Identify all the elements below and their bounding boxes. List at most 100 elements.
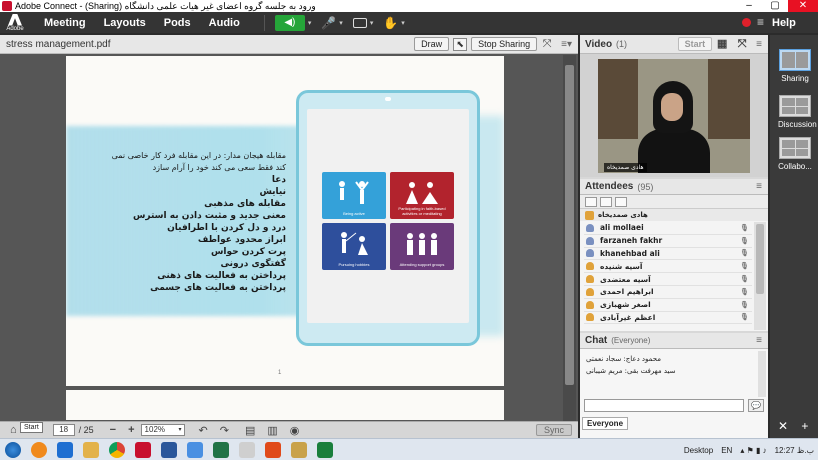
document-scrollbar[interactable] — [563, 55, 576, 421]
close-icon[interactable]: ✕ — [778, 419, 788, 433]
tile-being-active: Being active — [322, 172, 386, 219]
excel-icon[interactable] — [213, 441, 229, 458]
home-icon[interactable]: ⌂ — [10, 424, 17, 436]
slide-text-line: نیایش — [259, 187, 286, 197]
bookshelf-right — [708, 59, 750, 139]
maximize-button[interactable]: ▢ — [762, 0, 788, 12]
pod-options-icon[interactable]: ≡▾ — [561, 39, 572, 50]
clock[interactable]: 12:27 ب.ظ — [775, 446, 814, 455]
firefox-icon[interactable] — [31, 441, 47, 458]
stop-sharing-button[interactable]: Stop Sharing — [471, 37, 538, 51]
host-row[interactable]: هادی صمدیخاه — [580, 209, 768, 221]
layout-label: Sharing — [781, 74, 809, 83]
attendee-scrollbar[interactable] — [754, 222, 766, 330]
list-view-icon[interactable] — [585, 196, 597, 207]
app-icon[interactable] — [239, 441, 255, 458]
minimize-button[interactable]: – — [736, 0, 762, 12]
menu-help[interactable]: Help — [772, 17, 796, 29]
video-options-icon[interactable]: ≡ — [756, 39, 762, 50]
app-icon[interactable] — [317, 441, 333, 458]
layout-label: Discussion — [778, 120, 817, 129]
media-player-icon[interactable] — [265, 441, 281, 458]
tile-hobbies: Pursuing hobbies — [322, 223, 386, 270]
pointer-toggle-icon[interactable]: ◉ — [290, 424, 300, 437]
fullscreen-icon[interactable]: ⤧ — [541, 38, 553, 50]
menu-meeting[interactable]: Meeting — [44, 17, 86, 29]
list-item[interactable]: اصغر شهبازی 🎙 — [584, 299, 752, 312]
webcam-video[interactable]: هادی صمدیخاه — [598, 59, 750, 173]
fit-page-icon[interactable]: ▥ — [267, 424, 277, 437]
microphone-dropdown-icon[interactable]: ▾ — [339, 19, 343, 27]
app-icon[interactable] — [187, 441, 203, 458]
fit-width-icon[interactable]: ▤ — [245, 424, 255, 437]
add-layout-icon[interactable]: + — [801, 419, 808, 433]
list-item[interactable]: آسیه معتضدی 🎙 — [584, 273, 752, 286]
layout-thumbnail — [779, 95, 811, 117]
breakout-icon[interactable] — [600, 196, 612, 207]
chat-title: Chat — [585, 335, 608, 346]
rotate-left-icon[interactable]: ↶ — [199, 424, 208, 437]
layout-discussion[interactable]: Discussion — [778, 95, 817, 129]
scrollbar-thumb[interactable] — [565, 65, 574, 385]
draw-button[interactable]: Draw — [414, 37, 450, 51]
tile-caption: Being active — [343, 211, 365, 216]
webcam-icon[interactable] — [352, 17, 367, 28]
microphone-icon[interactable]: 🎤 — [321, 16, 336, 30]
send-message-button[interactable]: 💬 — [748, 399, 764, 412]
video-layout-icon[interactable]: ▦ — [716, 38, 728, 50]
start-video-button[interactable]: Start — [677, 37, 713, 51]
recording-indicator-icon[interactable] — [742, 18, 751, 27]
menu-pods[interactable]: Pods — [164, 17, 191, 29]
adobe-connect-app-icon — [2, 1, 12, 11]
menu-layouts[interactable]: Layouts — [104, 17, 146, 29]
chat-input[interactable] — [584, 399, 744, 412]
tray-icons[interactable]: ▴ ⚑ ▮ ♪ — [740, 446, 766, 455]
status-dropdown-icon[interactable]: ▾ — [401, 19, 405, 27]
chat-scrollbar[interactable] — [758, 351, 766, 397]
adobe-connect-taskbar-icon[interactable] — [135, 441, 151, 458]
list-item[interactable]: ابراهیم احمدی 🎙 — [584, 286, 752, 299]
zoom-in-button[interactable]: + — [128, 424, 134, 436]
attendees-count: (95) — [637, 181, 654, 192]
list-item[interactable]: ali mollaei 🎙 — [584, 222, 752, 235]
list-item[interactable]: اعظم غیرآبادی 🎙 — [584, 312, 752, 325]
zoom-out-button[interactable]: − — [110, 424, 116, 436]
attendees-options-icon[interactable]: ≡ — [756, 181, 762, 192]
list-item[interactable]: khanehbad ali 🎙 — [584, 248, 752, 261]
hamburger-menu-icon[interactable]: ≡ — [757, 15, 764, 29]
speaker-button[interactable]: ◀) — [274, 14, 305, 31]
attendee-list: ali mollaei 🎙 farzaneh fakhr 🎙 khanehbad a… — [584, 222, 752, 330]
menu-audio[interactable]: Audio — [209, 17, 240, 29]
tile-caption: Attending support groups — [399, 262, 445, 267]
list-item[interactable]: farzaneh fakhr 🎙 — [584, 235, 752, 248]
user-icon — [586, 262, 594, 271]
ie-icon[interactable] — [57, 441, 73, 458]
windows-start-icon[interactable] — [5, 441, 21, 458]
video-fullscreen-icon[interactable]: ⤧ — [736, 38, 748, 50]
webcam-dropdown-icon[interactable]: ▾ — [370, 19, 374, 27]
tablet-screen: Being active Participating in faith-base… — [307, 109, 469, 323]
archive-icon[interactable] — [291, 441, 307, 458]
chrome-icon[interactable] — [109, 441, 125, 458]
page-number-input[interactable]: 18 — [52, 424, 75, 436]
chat-tab-everyone[interactable]: Everyone — [582, 417, 629, 430]
speaker-dropdown-icon[interactable]: ▾ — [308, 19, 312, 27]
close-button[interactable]: ✕ — [788, 0, 818, 12]
attendee-settings-icon[interactable] — [615, 196, 627, 207]
scrollbar-thumb[interactable] — [756, 224, 764, 294]
chat-options-icon[interactable]: ≡ — [756, 335, 762, 346]
word-icon[interactable] — [161, 441, 177, 458]
pointer-icon[interactable]: ⬉ — [453, 37, 468, 51]
layout-tools: ✕ + — [778, 419, 808, 433]
zoom-select[interactable]: 102% ▾ — [140, 424, 185, 436]
language-indicator[interactable]: EN — [721, 446, 732, 455]
yoga-icon — [339, 181, 369, 204]
layout-collaboration[interactable]: Collabo... — [778, 137, 812, 171]
sync-button[interactable]: Sync — [535, 424, 572, 436]
layout-sharing[interactable]: Sharing — [778, 49, 812, 83]
desktop-toolbar[interactable]: Desktop — [684, 446, 713, 455]
raise-hand-icon[interactable]: ✋ — [383, 16, 398, 30]
rotate-right-icon[interactable]: ↷ — [220, 424, 229, 437]
file-explorer-icon[interactable] — [83, 441, 99, 458]
list-item[interactable]: آسیه شنیده 🎙 — [584, 260, 752, 274]
